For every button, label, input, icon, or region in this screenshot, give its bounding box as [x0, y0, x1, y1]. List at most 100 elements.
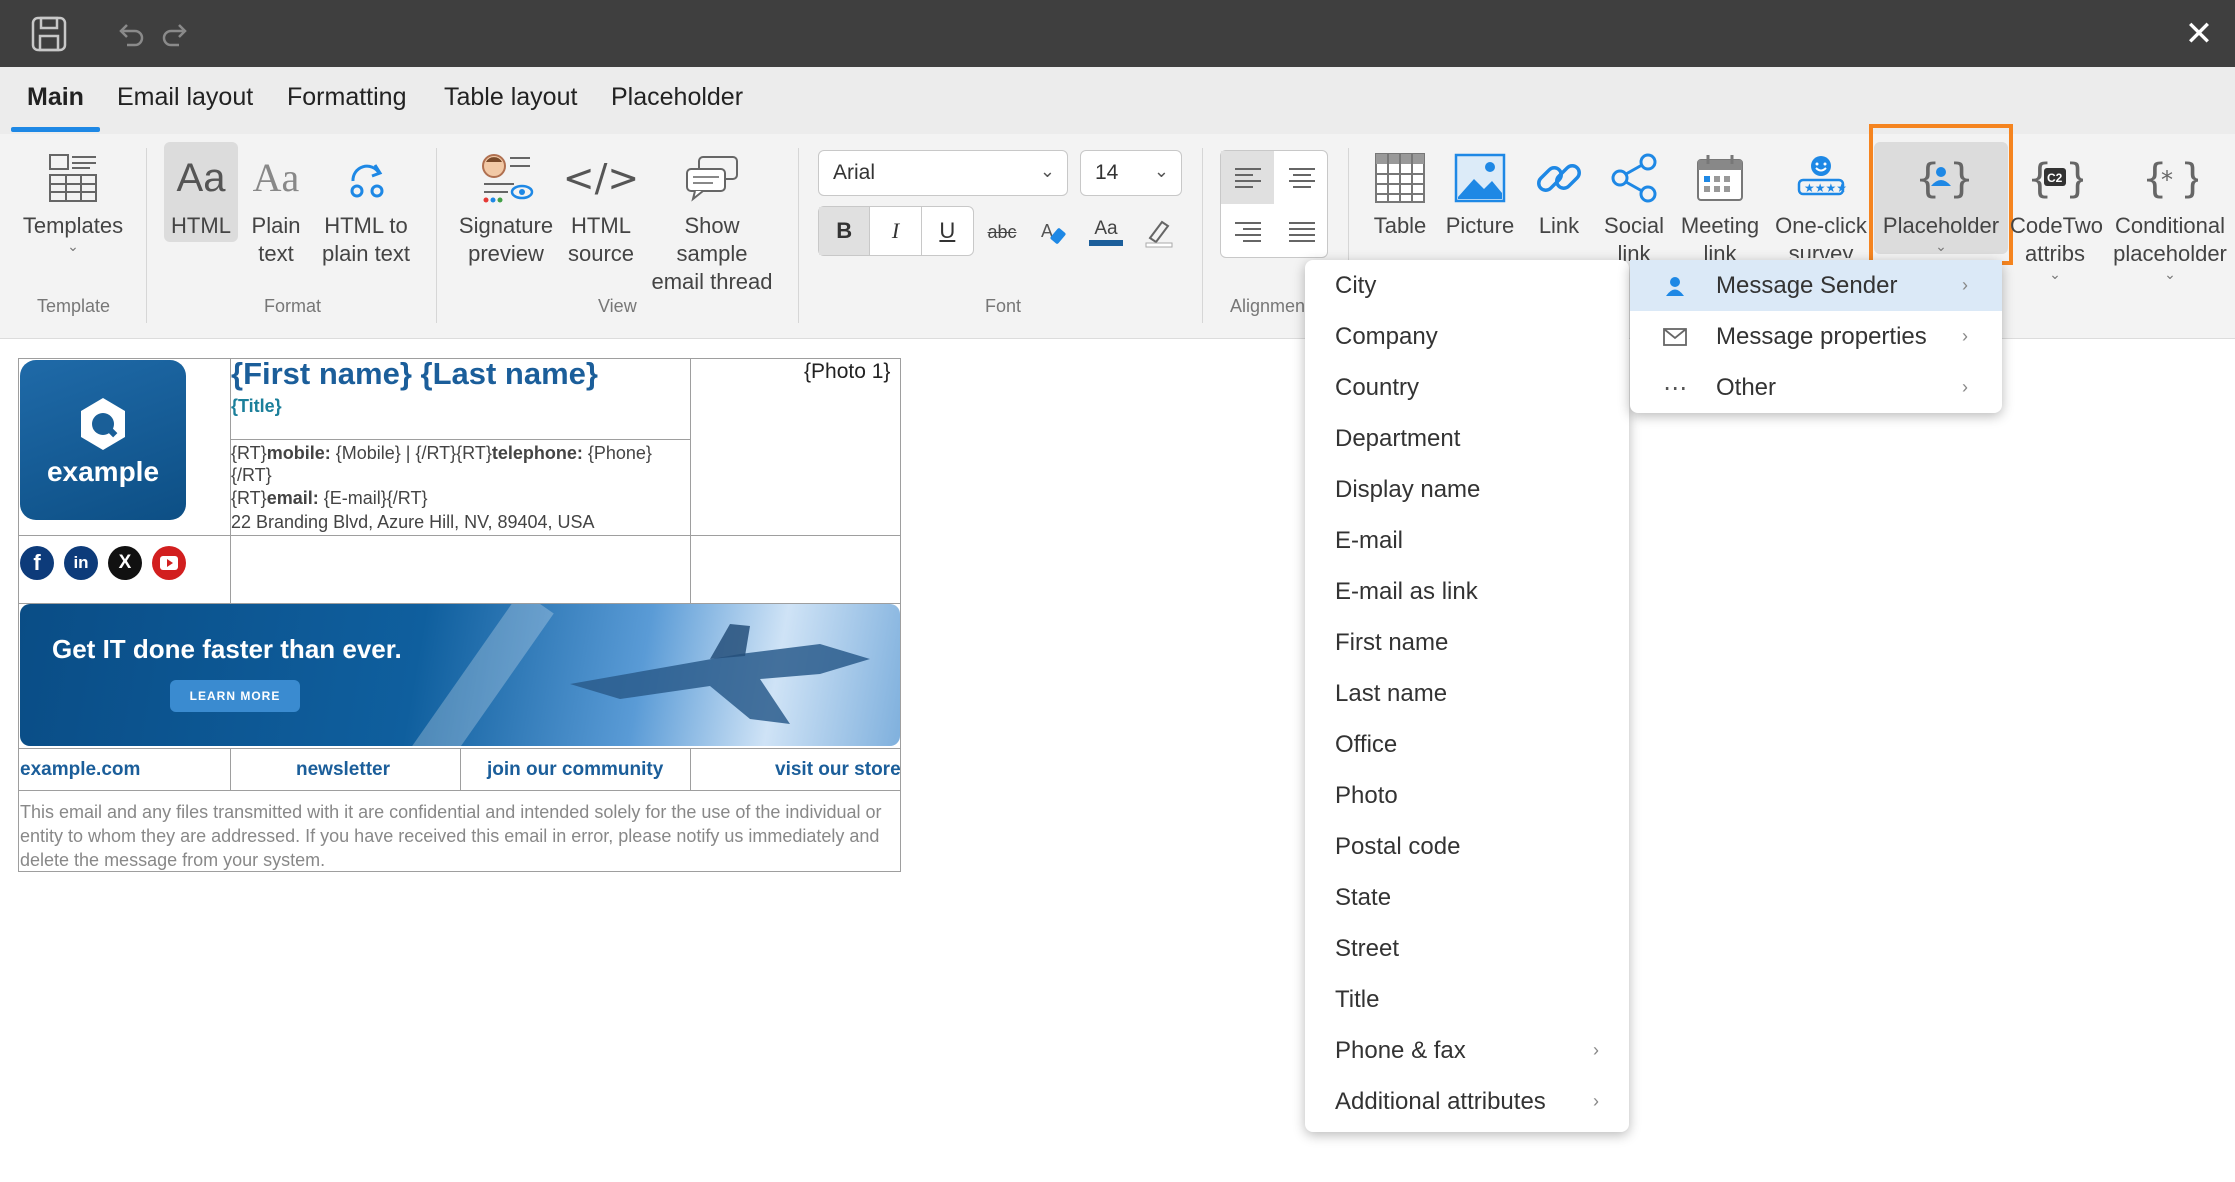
- menu-item-phone-fax[interactable]: Phone & fax ›: [1305, 1025, 1629, 1076]
- signature-editor[interactable]: example {First name} {Last name} {Title}…: [0, 340, 2235, 1182]
- menu-item-company[interactable]: Company: [1305, 311, 1629, 362]
- link-newsletter[interactable]: newsletter: [296, 759, 390, 781]
- alignment-group: [1220, 150, 1328, 258]
- active-tab-indicator: [11, 127, 100, 132]
- underline-button[interactable]: U: [922, 207, 973, 255]
- tab-table-layout[interactable]: Table layout: [444, 83, 577, 112]
- html-format-button[interactable]: Aa HTML: [164, 142, 238, 242]
- disclaimer-text: This email and any files transmitted wit…: [20, 802, 882, 870]
- align-right-icon[interactable]: [1221, 205, 1274, 258]
- telephone-value: {Phone}: [582, 443, 652, 463]
- align-center-icon[interactable]: [1275, 151, 1328, 204]
- menu-item-email[interactable]: E-mail: [1305, 515, 1629, 566]
- html-to-label-1: HTML to: [324, 213, 408, 238]
- menu-item-message-properties[interactable]: Message properties ›: [1630, 311, 2002, 362]
- email-value: {E-mail}{/RT}: [318, 488, 428, 508]
- html-source-button[interactable]: </> HTML source: [563, 148, 639, 268]
- menu-item-display-name[interactable]: Display name: [1305, 464, 1629, 515]
- linkedin-icon[interactable]: in: [64, 546, 98, 580]
- menu-item-label: Title: [1335, 985, 1380, 1013]
- signature-preview-button[interactable]: Signature preview: [456, 148, 556, 268]
- plain-label-2: text: [258, 241, 294, 266]
- menu-item-office[interactable]: Office: [1305, 719, 1629, 770]
- menu-item-country[interactable]: Country: [1305, 362, 1629, 413]
- signature-label-1: Signature: [458, 213, 554, 238]
- divider: [1202, 148, 1203, 323]
- clear-format-icon[interactable]: A: [1034, 212, 1074, 252]
- tab-main[interactable]: Main: [27, 83, 84, 112]
- learn-more-button[interactable]: LEARN MORE: [170, 680, 300, 712]
- font-size-select[interactable]: 14 ⌄: [1080, 150, 1182, 196]
- strikethrough-button[interactable]: abc: [982, 212, 1022, 252]
- menu-item-last-name[interactable]: Last name: [1305, 668, 1629, 719]
- menu-item-street[interactable]: Street: [1305, 923, 1629, 974]
- link-visit-store[interactable]: visit our store: [775, 759, 901, 781]
- html-to-plain-button[interactable]: HTML to plain text: [316, 148, 416, 268]
- menu-item-label: Other: [1716, 373, 1777, 401]
- menu-item-label: Message Sender: [1716, 271, 1898, 299]
- undo-icon[interactable]: [112, 16, 148, 52]
- codetwo-attribs-button[interactable]: {}C2 CodeTwo attribs ⌄: [2010, 148, 2103, 281]
- message-sender-submenu: City Company Country Department Display …: [1305, 260, 1629, 1132]
- save-icon[interactable]: [26, 12, 72, 56]
- codetwo-label-2: attribs: [2025, 241, 2085, 266]
- conditional-label-2: placeholder: [2113, 241, 2227, 266]
- banner-text-c: done faster than ever.: [125, 634, 402, 664]
- menu-item-state[interactable]: State: [1305, 872, 1629, 923]
- templates-label: Templates: [22, 213, 124, 238]
- x-twitter-icon[interactable]: X: [108, 546, 142, 580]
- font-family-select[interactable]: Arial ⌄: [818, 150, 1068, 196]
- menu-item-label: State: [1335, 883, 1392, 911]
- logo-mark-icon: [81, 398, 125, 450]
- picture-button[interactable]: Picture: [1440, 148, 1520, 240]
- menu-item-photo[interactable]: Photo: [1305, 770, 1629, 821]
- plain-text-button[interactable]: Aa Plain text: [244, 148, 308, 268]
- menu-item-first-name[interactable]: First name: [1305, 617, 1629, 668]
- menu-item-label: Photo: [1335, 781, 1398, 809]
- menu-item-message-sender[interactable]: Message Sender ›: [1630, 260, 2002, 311]
- tab-formatting[interactable]: Formatting: [287, 83, 406, 112]
- youtube-icon[interactable]: [152, 546, 186, 580]
- link-join-community[interactable]: join our community: [487, 759, 663, 781]
- menu-item-postal-code[interactable]: Postal code: [1305, 821, 1629, 872]
- thread-label-1: Show sample: [676, 213, 748, 266]
- menu-item-label: Street: [1335, 934, 1400, 962]
- tab-email-layout[interactable]: Email layout: [117, 83, 253, 112]
- facebook-icon[interactable]: f: [20, 546, 54, 580]
- one-click-survey-button[interactable]: ★★★★ One-click survey: [1770, 148, 1872, 258]
- tab-placeholder[interactable]: Placeholder: [611, 83, 743, 112]
- conditional-placeholder-button[interactable]: {}* Conditional placeholder ⌄: [2108, 148, 2232, 281]
- templates-button[interactable]: Templates ⌄: [18, 148, 128, 253]
- align-left-icon[interactable]: [1221, 151, 1274, 204]
- highlight-icon[interactable]: [1138, 212, 1178, 252]
- show-sample-thread-button[interactable]: Show sample email thread: [646, 148, 778, 296]
- menu-item-department[interactable]: Department: [1305, 413, 1629, 464]
- link-example-com[interactable]: example.com: [20, 759, 140, 781]
- banner-stripe: [406, 604, 554, 746]
- meeting-link-button[interactable]: Meeting link: [1676, 148, 1764, 268]
- chevron-right-icon: ›: [1962, 275, 1968, 295]
- italic-button[interactable]: I: [870, 207, 922, 255]
- sender-name-placeholder: {First name} {Last name}: [231, 356, 598, 391]
- font-color-button[interactable]: Aa: [1086, 212, 1126, 252]
- email-label: email:: [266, 488, 319, 508]
- table-border: [690, 358, 691, 603]
- mobile-value: {Mobile} | {/RT}{RT}: [330, 443, 492, 463]
- menu-item-email-as-link[interactable]: E-mail as link: [1305, 566, 1629, 617]
- chevron-down-icon: ⌄: [1039, 161, 1055, 181]
- close-icon[interactable]: ✕: [2179, 14, 2219, 54]
- placeholder-highlight-frame: [1869, 124, 2013, 265]
- menu-item-city[interactable]: City: [1305, 260, 1629, 311]
- promo-banner[interactable]: Get IT done faster than ever. LEARN MORE: [20, 604, 900, 746]
- redo-icon[interactable]: [158, 16, 194, 52]
- menu-item-label: Last name: [1335, 679, 1448, 707]
- link-button[interactable]: Link: [1526, 148, 1592, 240]
- social-link-button[interactable]: Social link: [1596, 148, 1672, 268]
- bold-button[interactable]: B: [819, 207, 871, 255]
- menu-item-other[interactable]: ⋯ Other ›: [1630, 362, 2002, 413]
- align-justify-icon[interactable]: [1275, 205, 1328, 258]
- table-button[interactable]: Table: [1362, 148, 1438, 240]
- mobile-label: mobile:: [266, 443, 331, 463]
- menu-item-title[interactable]: Title: [1305, 974, 1629, 1025]
- menu-item-additional-attributes[interactable]: Additional attributes ›: [1305, 1076, 1629, 1127]
